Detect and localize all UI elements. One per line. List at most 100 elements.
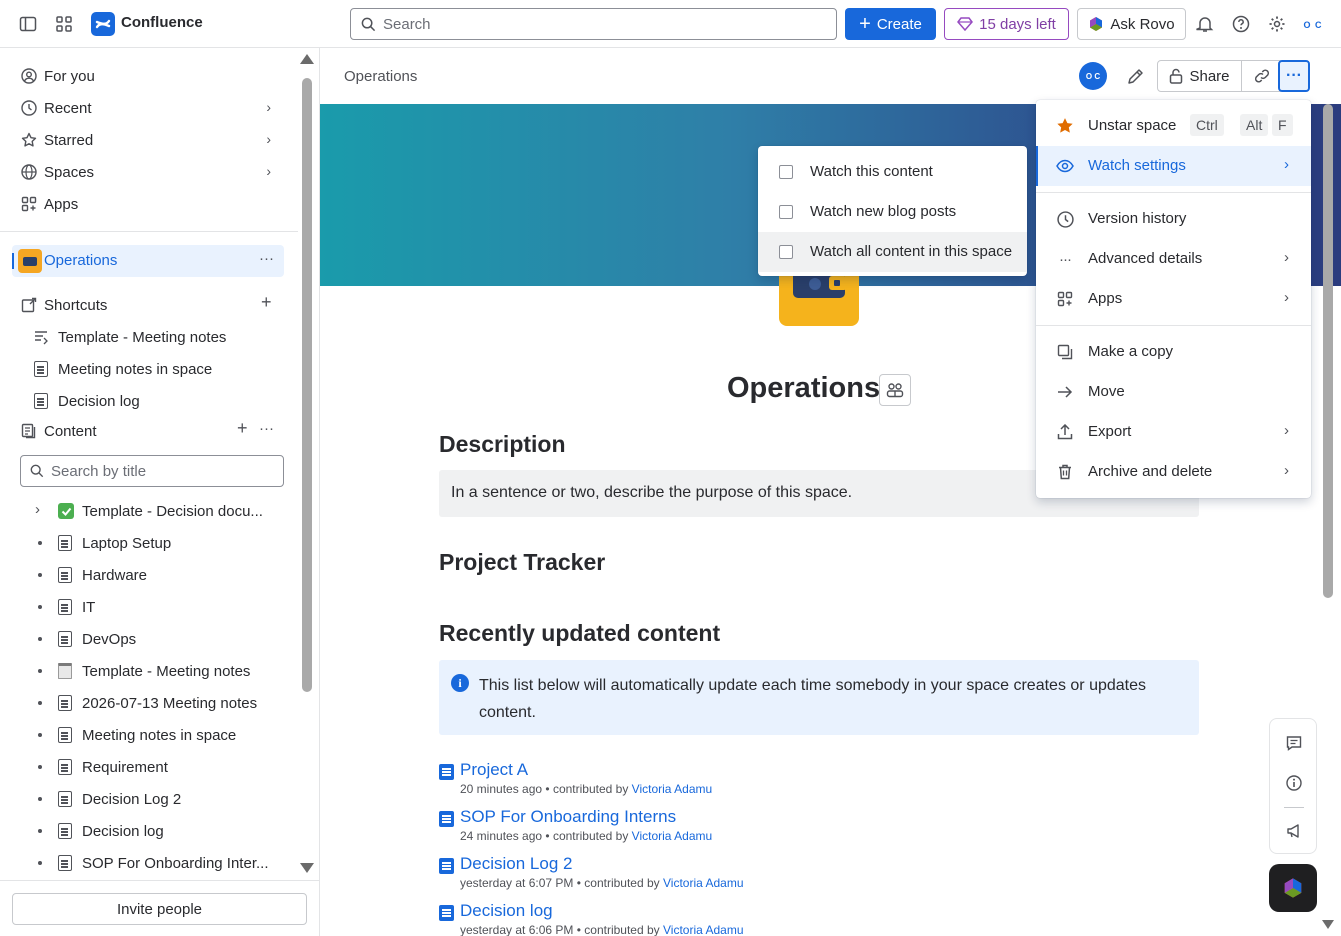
- version-history-item[interactable]: Version history: [1036, 199, 1311, 239]
- watch-all-content-option[interactable]: Watch all content in this space: [758, 232, 1027, 272]
- tree-item[interactable]: IT: [38, 595, 95, 619]
- recent-item-meta: 20 minutes ago • contributed by Victoria…: [460, 782, 713, 796]
- info-circle-icon[interactable]: [1282, 771, 1306, 795]
- share-button[interactable]: Share: [1158, 61, 1242, 91]
- global-search-input[interactable]: Search: [350, 8, 837, 40]
- watch-blog-posts-option[interactable]: Watch new blog posts: [758, 192, 1027, 232]
- checkbox[interactable]: [779, 165, 793, 179]
- apps-item[interactable]: Apps ›: [1036, 279, 1311, 319]
- export-item[interactable]: Export ›: [1036, 412, 1311, 452]
- tree-item[interactable]: Laptop Setup: [38, 531, 171, 555]
- add-content-icon[interactable]: +: [237, 418, 248, 439]
- recent-item-link[interactable]: Decision Log 2: [460, 854, 572, 874]
- ask-rovo-button[interactable]: Ask Rovo: [1077, 8, 1186, 40]
- tree-item[interactable]: DevOps: [38, 627, 136, 651]
- author-link[interactable]: Victoria Adamu: [663, 923, 744, 936]
- edit-pencil-icon[interactable]: [1121, 60, 1149, 92]
- more-actions-button[interactable]: ···: [1278, 60, 1310, 92]
- recent-item-link[interactable]: SOP For Onboarding Interns: [460, 807, 676, 827]
- collaborator-avatar[interactable]: O C: [1079, 62, 1107, 90]
- people-icon[interactable]: [879, 374, 911, 406]
- tree-item[interactable]: Template - Decision docu...: [58, 499, 263, 523]
- main-scroll-down-icon[interactable]: [1322, 920, 1334, 929]
- recent-item-link[interactable]: Decision log: [460, 901, 553, 921]
- sidebar: For you Recent › Starred › Spaces › Apps…: [0, 48, 320, 936]
- tree-item[interactable]: Hardware: [38, 563, 147, 587]
- more-actions-icon[interactable]: ···: [259, 250, 274, 267]
- tree-item[interactable]: Template - Meeting notes: [38, 659, 250, 683]
- chevron-right-icon[interactable]: ›: [266, 131, 271, 147]
- recent-item-link[interactable]: Project A: [460, 760, 528, 780]
- sidebar-item-operations-space[interactable]: Operations ···: [12, 245, 284, 277]
- app-switcher-icon[interactable]: [52, 12, 76, 36]
- sidebar-item-recent[interactable]: Recent: [20, 96, 284, 120]
- more-actions-menu: Unstar space Ctrl Alt F Watch settings ›…: [1036, 100, 1311, 498]
- tree-item[interactable]: SOP For Onboarding Inter...: [38, 851, 269, 875]
- author-link[interactable]: Victoria Adamu: [632, 829, 713, 843]
- bullet: [38, 573, 42, 577]
- content-search-input[interactable]: Search by title: [20, 455, 284, 487]
- chevron-right-icon[interactable]: ›: [35, 501, 40, 518]
- shortcuts-header[interactable]: Shortcuts: [20, 293, 107, 317]
- content-more-icon[interactable]: ···: [259, 420, 274, 437]
- checkbox[interactable]: [779, 205, 793, 219]
- sidebar-item-for-you[interactable]: For you: [20, 64, 95, 88]
- tree-item-label: Requirement: [82, 758, 168, 776]
- bullet: [38, 733, 42, 737]
- copy-link-icon[interactable]: [1242, 61, 1282, 91]
- sidebar-scroll-down-icon[interactable]: [300, 863, 314, 873]
- rovo-chat-button[interactable]: [1269, 864, 1317, 912]
- content-header[interactable]: Content: [20, 419, 97, 443]
- invite-people-button[interactable]: Invite people: [12, 893, 307, 925]
- chevron-right-icon[interactable]: ›: [266, 99, 271, 115]
- archive-delete-item[interactable]: Archive and delete ›: [1036, 452, 1311, 492]
- author-link[interactable]: Victoria Adamu: [632, 782, 713, 796]
- page-icon: [439, 811, 454, 827]
- watch-settings-item[interactable]: Watch settings ›: [1036, 146, 1311, 186]
- megaphone-icon[interactable]: [1282, 819, 1306, 843]
- tree-item[interactable]: Decision log: [38, 819, 164, 843]
- invite-footer: Invite people: [0, 880, 319, 936]
- copy-icon: [1056, 343, 1074, 361]
- notifications-bell-icon[interactable]: [1193, 12, 1217, 36]
- page-icon: [439, 905, 454, 921]
- app-name[interactable]: Confluence: [121, 14, 203, 31]
- move-item[interactable]: Move: [1036, 372, 1311, 412]
- sidebar-toggle-icon[interactable]: [16, 12, 40, 36]
- sidebar-item-starred[interactable]: Starred: [20, 128, 93, 152]
- trial-button[interactable]: 15 days left: [944, 8, 1069, 40]
- recent-item-meta: yesterday at 6:07 PM • contributed by Vi…: [460, 876, 744, 890]
- watch-this-content-option[interactable]: Watch this content: [758, 152, 1027, 192]
- bullet: [38, 605, 42, 609]
- comment-icon[interactable]: [1282, 731, 1306, 755]
- tree-item[interactable]: Decision Log 2: [38, 787, 181, 811]
- tree-item[interactable]: Meeting notes in space: [38, 723, 236, 747]
- breadcrumb[interactable]: Operations: [344, 68, 417, 85]
- content-label: Content: [44, 422, 97, 440]
- tree-item[interactable]: 2026-07-13 Meeting notes: [38, 691, 258, 715]
- help-icon[interactable]: [1229, 12, 1253, 36]
- page-icon: [58, 535, 72, 551]
- add-shortcut-icon[interactable]: +: [261, 292, 272, 313]
- sidebar-scrollbar[interactable]: [302, 78, 312, 692]
- tree-item-label: 2026-07-13 Meeting notes: [82, 694, 258, 712]
- chevron-right-icon[interactable]: ›: [266, 163, 271, 179]
- create-button[interactable]: + Create: [845, 8, 936, 40]
- make-copy-item[interactable]: Make a copy: [1036, 332, 1311, 372]
- sidebar-item-apps[interactable]: Apps: [20, 192, 78, 216]
- sidebar-scroll-up-icon[interactable]: [300, 54, 314, 64]
- author-link[interactable]: Victoria Adamu: [663, 876, 744, 890]
- confluence-logo-icon[interactable]: [91, 12, 115, 36]
- sidebar-item-spaces[interactable]: Spaces: [20, 160, 94, 184]
- main-scrollbar[interactable]: [1323, 104, 1333, 598]
- shortcut-item[interactable]: Template - Meeting notes: [34, 325, 226, 349]
- shortcut-item[interactable]: Meeting notes in space: [34, 357, 212, 381]
- advanced-details-item[interactable]: ··· Advanced details ›: [1036, 239, 1311, 279]
- checkbox[interactable]: [779, 245, 793, 259]
- profile-avatar[interactable]: O C: [1300, 12, 1326, 38]
- settings-gear-icon[interactable]: [1265, 12, 1289, 36]
- top-navigation-bar: Confluence Search + Create 15 days left …: [0, 0, 1341, 48]
- shortcut-item[interactable]: Decision log: [34, 389, 140, 413]
- unstar-space-item[interactable]: Unstar space Ctrl Alt F: [1036, 106, 1311, 146]
- tree-item[interactable]: Requirement: [38, 755, 168, 779]
